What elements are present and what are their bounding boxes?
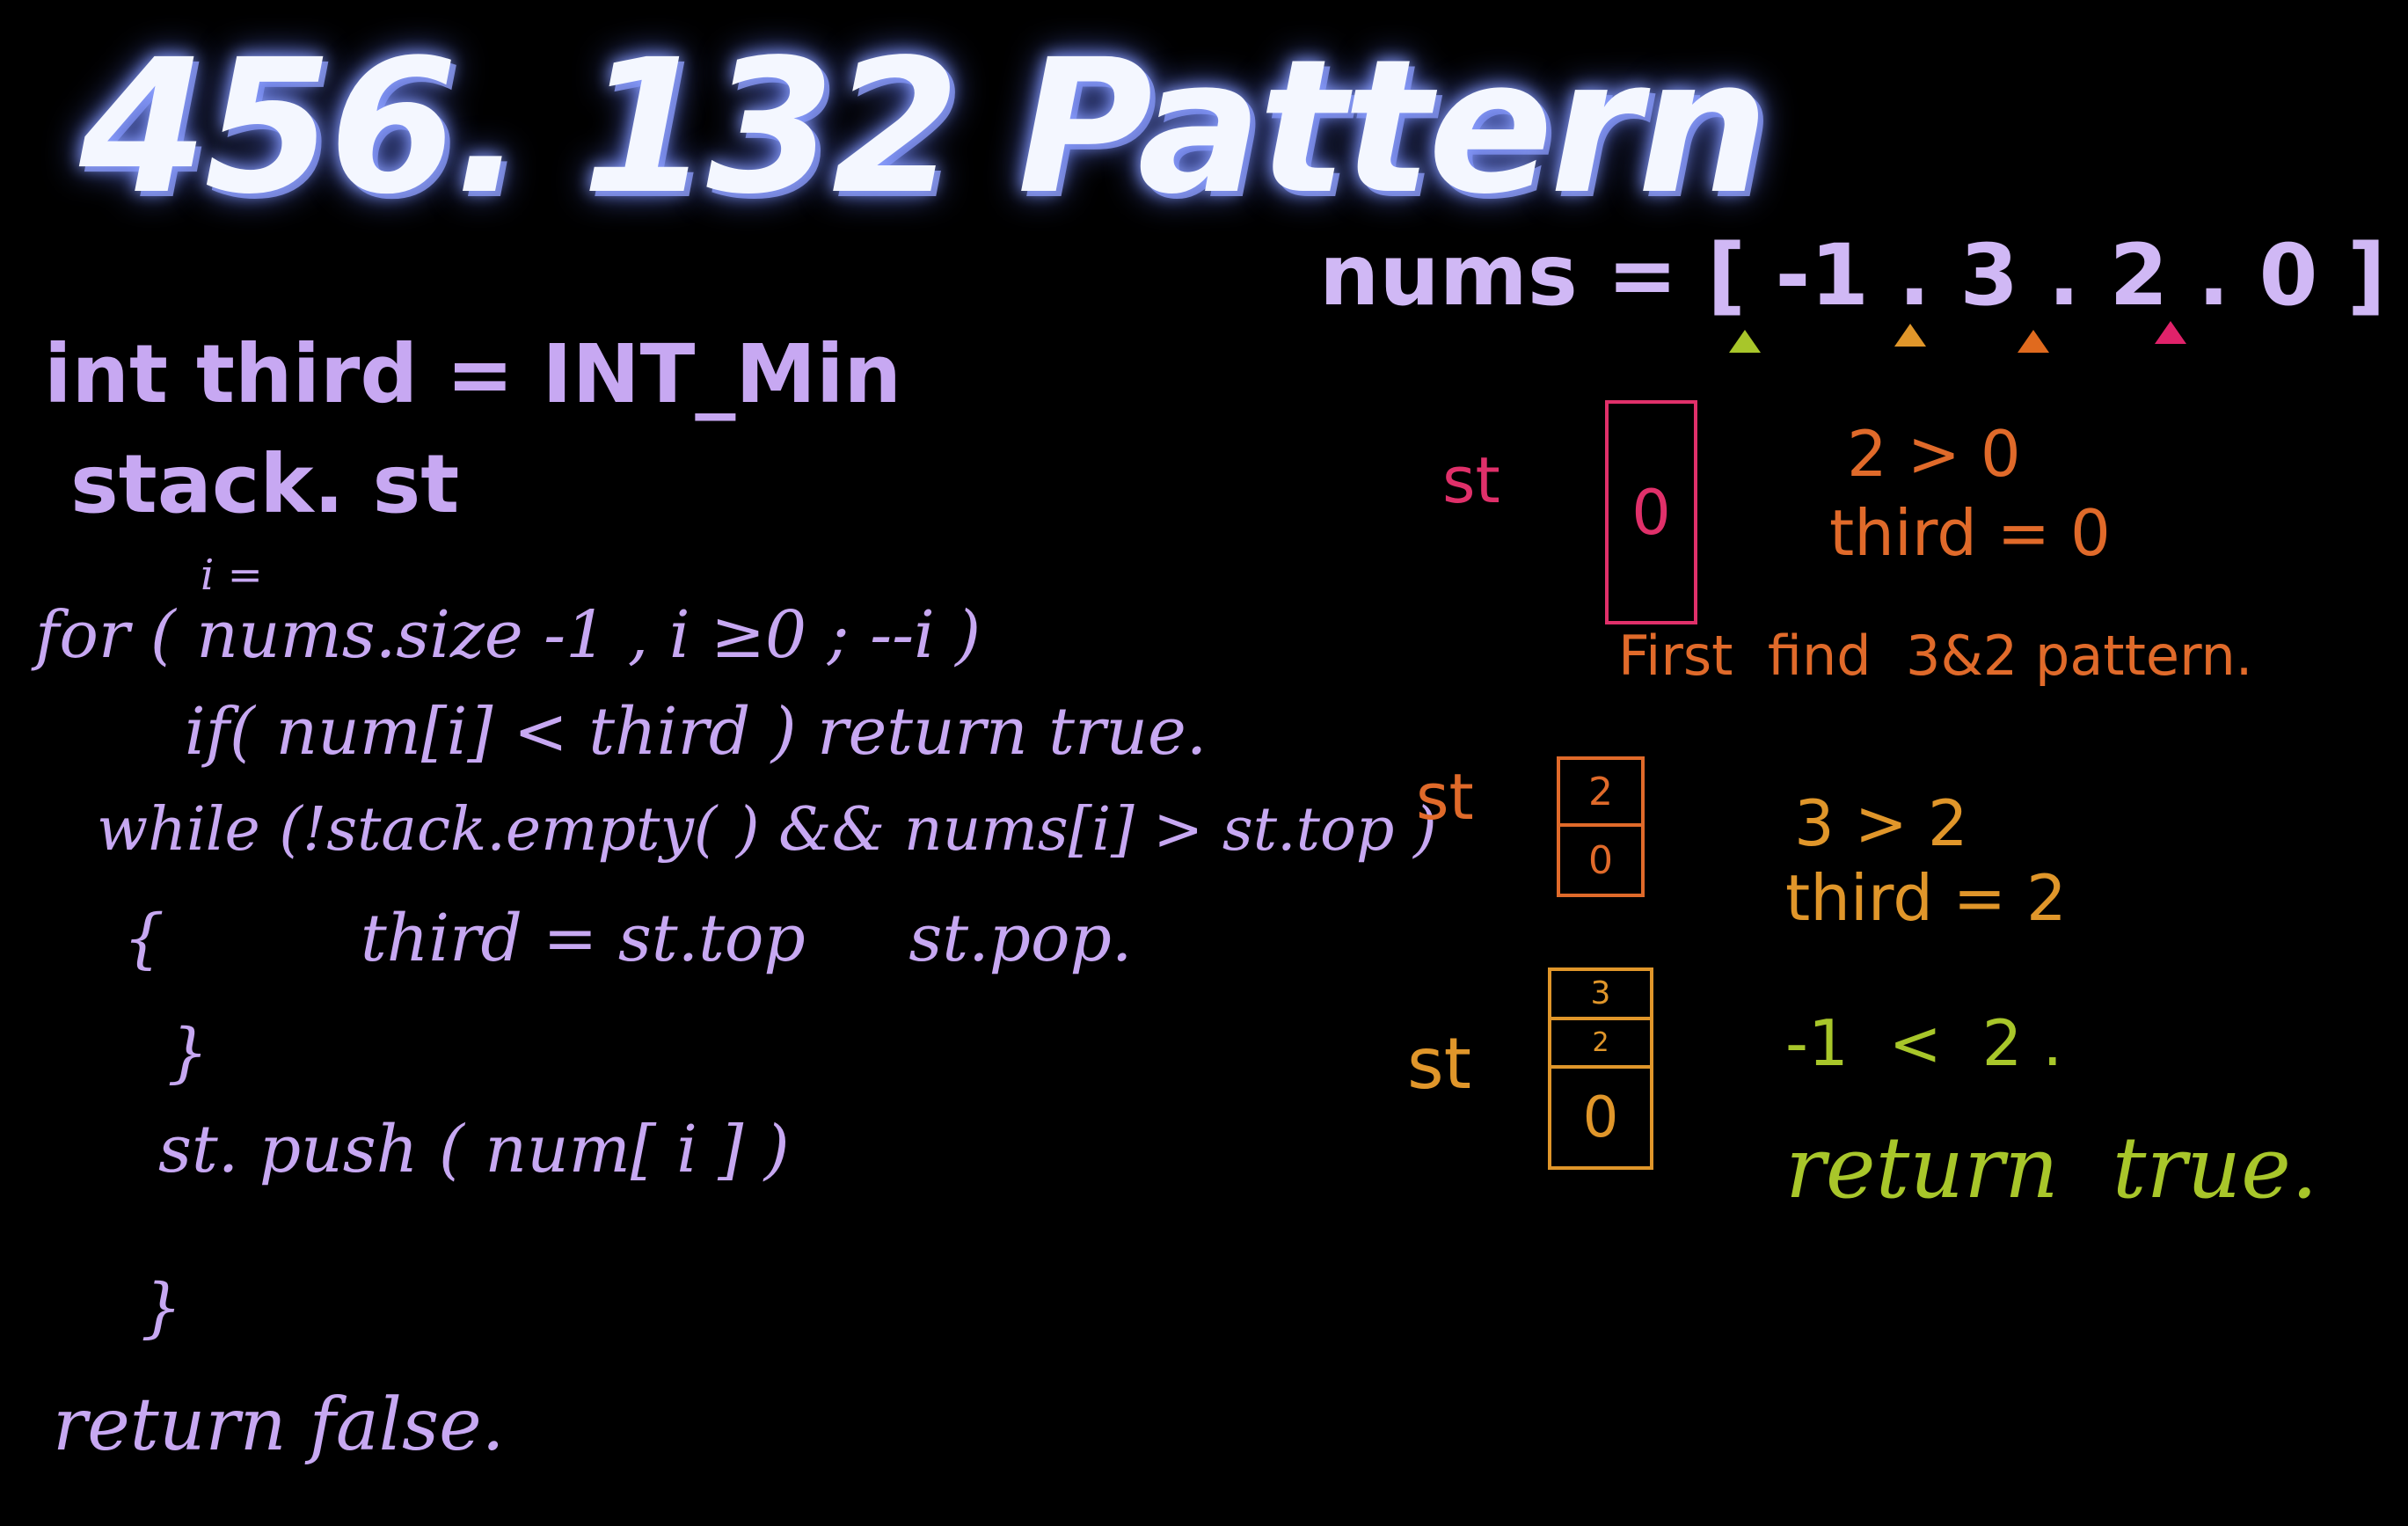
- code-line-third-init: int third = INT_Min: [44, 327, 901, 421]
- code-line-push: st. push ( num[ i ] ): [158, 1112, 790, 1187]
- stack-cell: 2: [1551, 1020, 1650, 1069]
- step3-stack-box: 3 2 0: [1548, 967, 1653, 1170]
- stack-cell: 0: [1582, 1084, 1619, 1150]
- step3-note-compare: -1 < 2 .: [1785, 1006, 2063, 1080]
- code-line-return-false: return false.: [53, 1384, 505, 1467]
- code-line-third-assign: third = st.top st.pop.: [361, 901, 1133, 976]
- arrow-marker-1: [1729, 330, 1761, 353]
- step2-note-compare: 3 > 2: [1794, 786, 1968, 860]
- code-line-for: for ( nums.size -1 , i ≥0 ; --i ): [35, 597, 981, 673]
- arrow-marker-3: [2018, 330, 2049, 353]
- step1-stack-box: 0: [1605, 400, 1697, 624]
- step2-stack-box: 2 0: [1557, 756, 1645, 897]
- step1-note-third: third = 0: [1829, 496, 2111, 570]
- code-brace-close-inner: }: [167, 1015, 209, 1091]
- step1-stack-label: st: [1442, 443, 1500, 517]
- step1-note-compare: 2 > 0: [1847, 417, 2021, 491]
- arrow-marker-2: [1894, 324, 1926, 347]
- hint-text: First find 3&2 pattern.: [1618, 624, 2253, 688]
- stack-cell: 2: [1560, 760, 1641, 827]
- code-brace-close-outer: }: [141, 1270, 183, 1346]
- code-line-while: while (!stack.empty( ) && nums[i] > st.t…: [97, 795, 1437, 865]
- code-brace-open: {: [123, 901, 165, 976]
- code-line-if: if( num[i] < third ) return true.: [185, 694, 1208, 770]
- code-line-stack-decl: stack. st: [70, 437, 460, 531]
- step3-stack-label: st: [1407, 1023, 1472, 1105]
- code-i-equals: i =: [201, 551, 263, 600]
- stack-cell: 0: [1588, 837, 1613, 883]
- step2-stack-label: st: [1416, 760, 1474, 834]
- stack-cell: 3: [1551, 971, 1650, 1020]
- nums-array: nums = [ -1 . 3 . 2 . 0 ]: [1319, 226, 2386, 325]
- page-title: 456. 132 Pattern: [79, 19, 1769, 235]
- step2-note-third: third = 2: [1785, 861, 2067, 935]
- step3-note-return: return true.: [1785, 1119, 2318, 1217]
- arrow-marker-4: [2155, 321, 2186, 344]
- stack-cell: 0: [1631, 476, 1671, 549]
